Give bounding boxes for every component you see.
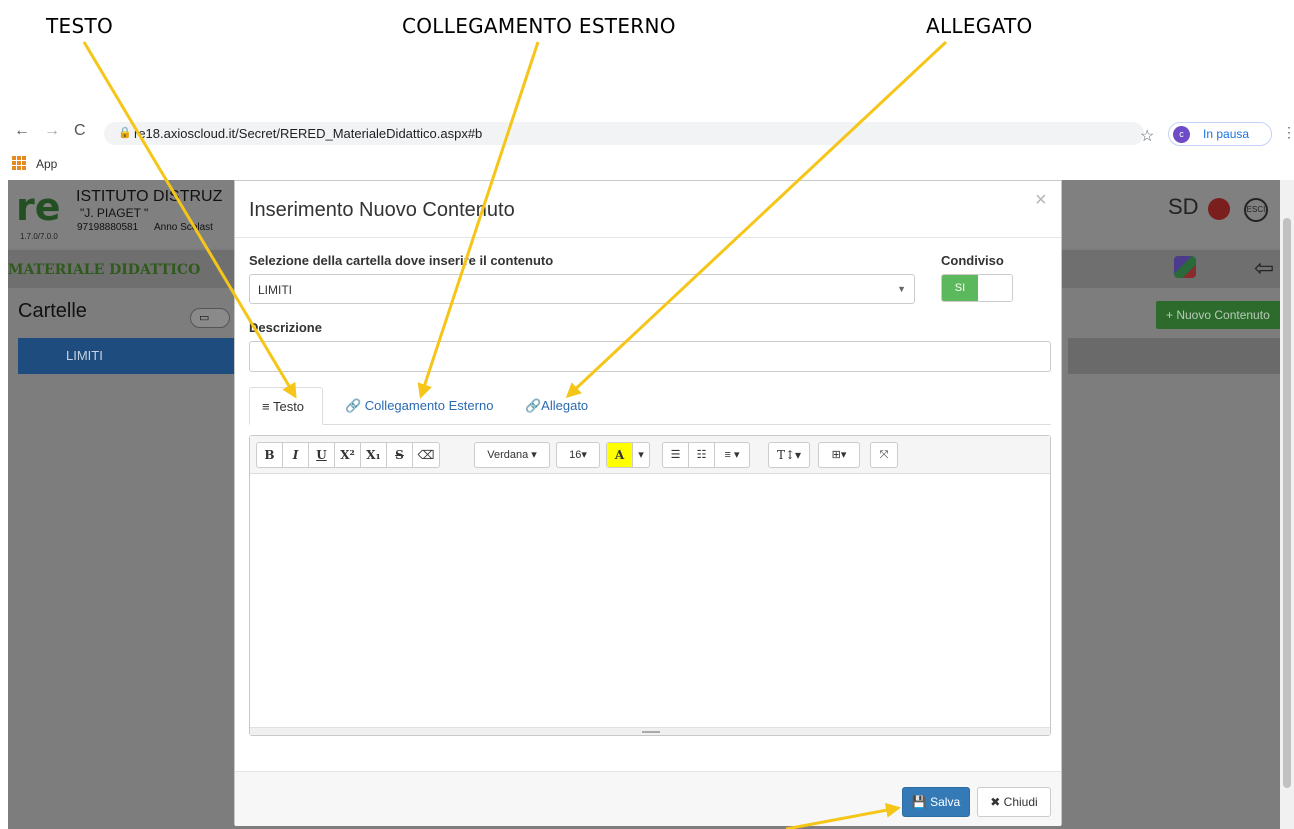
back-icon[interactable]: ← <box>14 122 30 140</box>
eraser-icon[interactable]: ⌫ <box>413 443 439 467</box>
fullscreen-group: ⤧ <box>870 442 898 468</box>
header-feather-icon <box>1208 198 1230 220</box>
shared-label: Condiviso <box>941 253 1004 268</box>
save-button[interactable]: 💾 Salva <box>902 787 970 817</box>
modal-divider <box>235 237 1061 238</box>
tab-collegamento-esterno[interactable]: 🔗 Collegamento Esterno <box>333 387 505 425</box>
description-input[interactable] <box>249 341 1051 372</box>
chevron-down-icon: ▼ <box>897 284 906 294</box>
superscript-button[interactable]: X² <box>335 443 361 467</box>
school-code: 97198880581 <box>77 222 139 233</box>
folder-select-label: Selezione della cartella dove inserire i… <box>249 253 554 268</box>
address-bar[interactable]: 🔒 re18.axioscloud.it/Secret/RERED_Materi… <box>104 122 1144 145</box>
profile-status: In pausa <box>1203 127 1250 141</box>
exit-icon[interactable]: ESCI <box>1244 198 1268 222</box>
annotation-allegato: ALLEGATO <box>926 14 1033 38</box>
description-label: Descrizione <box>249 320 322 335</box>
underline-button[interactable]: U <box>309 443 335 467</box>
line-height-group: T↕▾ <box>768 442 810 468</box>
bookmark-star-icon[interactable]: ☆ <box>1140 126 1154 146</box>
bookmark-apps[interactable]: App <box>36 157 57 171</box>
align-select[interactable]: ≡ ▾ <box>715 443 749 467</box>
browser-toolbar: ← → C 🔒 re18.axioscloud.it/Secret/RERED_… <box>0 118 1294 148</box>
strikethrough-button[interactable]: S <box>387 443 413 467</box>
url-text: re18.axioscloud.it/Secret/RERED_Material… <box>134 126 483 141</box>
editor-toolbar: B I U X² X₁ S ⌫ Verdana ▾ 16▾ A ▾ ☰ ☷ ≡ <box>250 436 1050 474</box>
header-sd-logo: SD <box>1168 194 1199 219</box>
cartelle-heading: Cartelle <box>18 300 87 322</box>
size-group: 16▾ <box>556 442 600 468</box>
nuovo-contenuto-button[interactable]: + Nuovo Contenuto <box>1156 301 1282 329</box>
bookmarks-bar: App <box>0 152 1294 176</box>
shared-toggle[interactable]: SI <box>941 274 1013 302</box>
re-logo: re <box>16 185 61 229</box>
color-group: A ▾ <box>606 442 650 468</box>
highlight-color-button[interactable]: A <box>607 443 633 467</box>
shared-toggle-on: SI <box>942 275 978 301</box>
subscript-button[interactable]: X₁ <box>361 443 387 467</box>
annotation-collegamento: COLLEGAMENTO ESTERNO <box>402 14 676 38</box>
unordered-list-icon[interactable]: ☰ <box>663 443 689 467</box>
lock-icon: 🔒 <box>118 127 132 139</box>
font-family-select[interactable]: Verdana ▾ <box>475 443 549 467</box>
line-height-select[interactable]: T↕▾ <box>769 443 809 467</box>
back-arrow-icon[interactable]: ⇦ <box>1254 254 1274 283</box>
close-icon[interactable]: × <box>1035 189 1047 212</box>
italic-button[interactable]: I <box>283 443 309 467</box>
reload-icon[interactable]: C <box>74 122 86 140</box>
menu-kebab-icon[interactable]: ⋮ <box>1282 124 1294 141</box>
page-scrollbar[interactable] <box>1280 180 1294 829</box>
school-name: ISTITUTO DISTRUZ <box>76 188 223 205</box>
color-caret-icon[interactable]: ▾ <box>633 443 649 467</box>
tab-testo[interactable]: ≡ Testo <box>249 387 323 425</box>
folder-open-icon[interactable]: ▭ <box>190 308 230 328</box>
school-subtitle: "J. PIAGET " <box>80 206 149 220</box>
apps-grid-icon[interactable] <box>12 156 26 170</box>
forward-icon[interactable]: → <box>44 122 60 140</box>
table-group: ⊞▾ <box>818 442 860 468</box>
folder-select[interactable]: LIMITI ▼ <box>249 274 915 304</box>
folder-select-value: LIMITI <box>258 283 293 297</box>
modal-title: Inserimento Nuovo Contenuto <box>249 199 515 221</box>
editor-content-area[interactable] <box>250 474 1050 728</box>
editor-resize-handle[interactable] <box>250 727 1050 735</box>
profile-button[interactable]: c In pausa <box>1168 122 1272 146</box>
font-group: Verdana ▾ <box>474 442 550 468</box>
ordered-list-icon[interactable]: ☷ <box>689 443 715 467</box>
list-group: ☰ ☷ ≡ ▾ <box>662 442 750 468</box>
modal-dialog: Inserimento Nuovo Contenuto × Selezione … <box>234 180 1062 826</box>
puzzle-icon[interactable] <box>1174 256 1196 278</box>
fullscreen-icon[interactable]: ⤧ <box>871 443 897 467</box>
content-tabs: ≡ Testo 🔗 Collegamento Esterno 🔗Allegato <box>249 387 1051 425</box>
table-select[interactable]: ⊞▾ <box>819 443 859 467</box>
school-year: Anno Scolast <box>154 222 213 233</box>
avatar: c <box>1173 126 1190 143</box>
tab-allegato[interactable]: 🔗Allegato <box>513 387 600 425</box>
content-row <box>1068 338 1286 374</box>
section-title: MATERIALE DIDATTICO <box>8 262 201 278</box>
app-version: 1.7.0/7.0.0 <box>20 232 58 241</box>
font-size-select[interactable]: 16▾ <box>557 443 599 467</box>
rich-text-editor: B I U X² X₁ S ⌫ Verdana ▾ 16▾ A ▾ ☰ ☷ ≡ <box>249 435 1051 736</box>
format-group: B I U X² X₁ S ⌫ <box>256 442 440 468</box>
bold-button[interactable]: B <box>257 443 283 467</box>
close-button[interactable]: ✖ Chiudi <box>977 787 1051 817</box>
folder-item-limiti[interactable]: LIMITI <box>18 338 246 374</box>
annotation-testo: TESTO <box>46 14 114 38</box>
